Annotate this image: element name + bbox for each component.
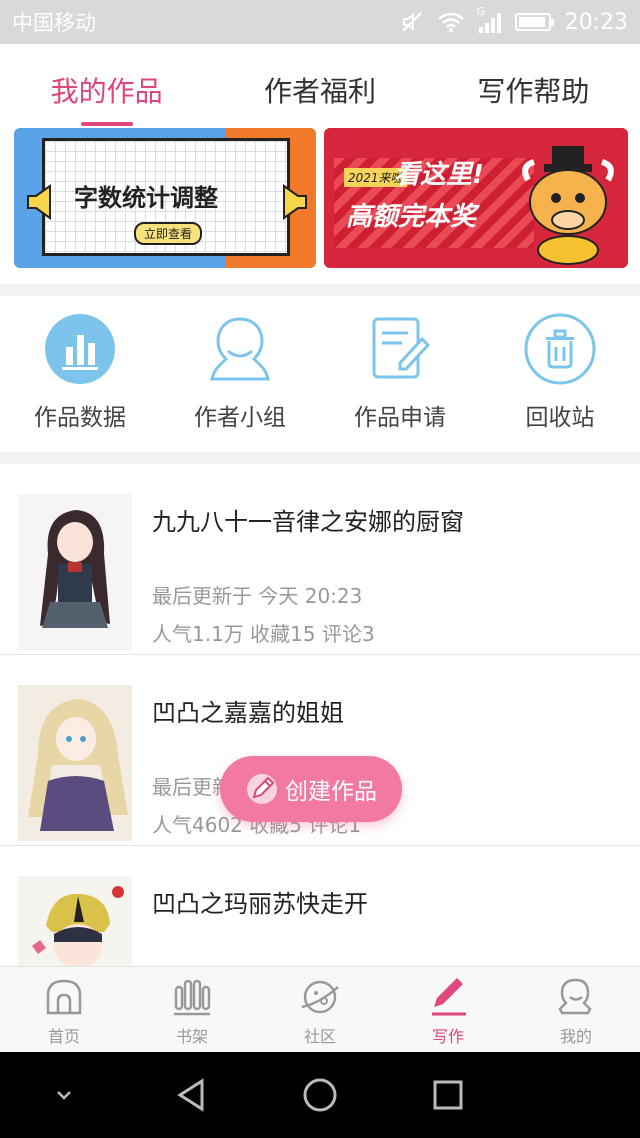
view-now-button[interactable]: 立即查看 [134, 222, 203, 245]
nav-label: 社区 [303, 1027, 336, 1046]
bottom-nav: 首页 书架 社区 写作 我的 [0, 966, 640, 1052]
section-divider [0, 452, 640, 464]
community-icon [256, 975, 384, 1019]
tab-my-works[interactable]: 我的作品 [0, 44, 213, 128]
home-icon [0, 975, 128, 1019]
megaphone-icon [27, 184, 51, 220]
tab-writing-help[interactable]: 写作帮助 [427, 44, 640, 128]
home-button[interactable] [256, 1077, 384, 1113]
nav-label: 我的 [559, 1027, 592, 1046]
nav-home[interactable]: 首页 [0, 967, 128, 1052]
megaphone-icon [283, 184, 307, 220]
mute-icon [401, 12, 422, 32]
entry-work-data[interactable]: 作品数据 [0, 296, 160, 452]
banner-headline: 看这里! [394, 160, 484, 190]
nav-label: 书架 [175, 1027, 208, 1046]
create-work-button[interactable]: 创建作品 [220, 756, 402, 822]
collapse-button[interactable] [0, 1083, 128, 1107]
recents-square-icon [433, 1080, 463, 1110]
work-title: 凹凸之嘉嘉的姐姐 [152, 699, 344, 727]
banner-completion-award[interactable]: 2021来啦 看这里! 高额完本奖 [324, 128, 628, 268]
banner-title: 字数统计调整 [74, 184, 218, 212]
banner-subheadline: 高额完本奖 [346, 202, 477, 232]
nav-community[interactable]: 社区 [256, 967, 384, 1052]
entry-label: 作品申请 [354, 405, 446, 431]
network-type-label: G [476, 5, 486, 18]
works-list: 九九八十一音律之安娜的厨窗 最后更新于 今天 20:23 人气1.1万 收藏15… [0, 464, 640, 1037]
carrier-label: 中国移动 [12, 11, 96, 35]
list-item[interactable]: 九九八十一音律之安娜的厨窗 最后更新于 今天 20:23 人气1.1万 收藏15… [0, 464, 640, 655]
back-button[interactable] [128, 1077, 256, 1113]
status-bar: 中国移动 G 20:23 [0, 0, 640, 44]
work-cover [18, 685, 132, 841]
work-title: 凹凸之玛丽苏快走开 [152, 890, 368, 918]
nav-label: 写作 [431, 1027, 464, 1046]
work-cover [18, 494, 132, 650]
entry-recycle-bin[interactable]: 回收站 [480, 296, 640, 452]
recents-button[interactable] [384, 1078, 512, 1112]
chevron-down-icon [57, 1091, 71, 1100]
entry-label: 作者小组 [194, 405, 286, 431]
top-tabs: 我的作品 作者福利 写作帮助 [0, 44, 640, 128]
banner-word-count[interactable]: 字数统计调整 立即查看 [14, 128, 316, 268]
tab-author-benefits[interactable]: 作者福利 [213, 44, 426, 128]
battery-icon [514, 13, 554, 31]
entry-label: 回收站 [525, 405, 595, 431]
clock: 20:23 [564, 9, 628, 35]
create-work-label: 创建作品 [285, 779, 377, 805]
quick-entries: 作品数据 作者小组 作品申请 回收站 [0, 296, 640, 452]
wifi-icon [437, 12, 464, 32]
system-nav-bar [0, 1052, 640, 1138]
pencil-icon [247, 774, 277, 804]
edit-document-icon [363, 312, 437, 386]
nav-profile[interactable]: 我的 [512, 967, 640, 1052]
section-divider [0, 284, 640, 296]
banner-area: 字数统计调整 立即查看 2021来啦 看这里! 高额完本奖 [0, 128, 640, 284]
entry-label: 作品数据 [34, 405, 126, 431]
nav-label: 首页 [47, 1027, 80, 1046]
ox-mascot-icon [522, 146, 614, 265]
pen-icon [384, 975, 512, 1019]
group-icon [203, 312, 277, 386]
home-circle-icon [303, 1078, 337, 1112]
work-stats: 人气1.1万 收藏15 评论3 [152, 622, 375, 646]
nav-bookshelf[interactable]: 书架 [128, 967, 256, 1052]
back-triangle-icon [177, 1078, 204, 1112]
signal-icon: G [477, 5, 501, 33]
entry-work-application[interactable]: 作品申请 [320, 296, 480, 452]
profile-icon [512, 975, 640, 1019]
nav-write[interactable]: 写作 [384, 967, 512, 1052]
work-updated: 最后更新于 今天 20:23 [152, 584, 363, 608]
bookshelf-icon [128, 975, 256, 1019]
bar-chart-icon [43, 312, 117, 386]
trash-icon [523, 312, 597, 386]
work-title: 九九八十一音律之安娜的厨窗 [152, 508, 464, 536]
entry-author-group[interactable]: 作者小组 [160, 296, 320, 452]
